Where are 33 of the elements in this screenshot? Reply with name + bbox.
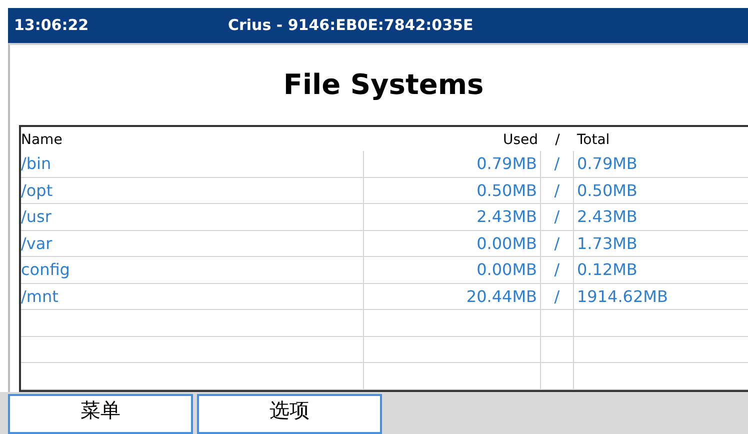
softkey-button[interactable]: 选项 bbox=[197, 394, 382, 434]
table-cell: 2.43MB bbox=[476, 207, 537, 226]
clock-time: 13:06:22 bbox=[13, 15, 90, 36]
table-cell: 1.73MB bbox=[577, 234, 638, 253]
column-header: Name bbox=[21, 131, 64, 150]
window-title: Crius - 9146:EB0E:7842:035E bbox=[228, 15, 474, 36]
table-cell: / bbox=[554, 234, 560, 253]
column-header: Used bbox=[502, 131, 539, 150]
table-cell: 0.00MB bbox=[476, 234, 537, 253]
softkey-button[interactable]: 菜单 bbox=[8, 394, 193, 434]
table-cell: /var bbox=[21, 234, 52, 253]
table-cell: /bin bbox=[21, 154, 52, 174]
table-cell: 2.43MB bbox=[577, 207, 638, 226]
table-cell: 0.00MB bbox=[476, 260, 537, 280]
table-cell: 0.79MB bbox=[577, 154, 638, 174]
table-cell: / bbox=[554, 154, 560, 174]
table-cell: /opt bbox=[21, 180, 53, 200]
table-cell: 0.79MB bbox=[476, 154, 537, 174]
table-cell: 1914.62MB bbox=[577, 286, 668, 306]
table-cell: / bbox=[554, 207, 560, 226]
table-cell: 0.12MB bbox=[577, 260, 638, 280]
table-cell: / bbox=[554, 180, 560, 200]
table-cell: /mnt bbox=[21, 286, 58, 306]
table-cell: 20.44MB bbox=[466, 286, 537, 306]
table-cell: 0.50MB bbox=[476, 180, 537, 200]
table-cell: 0.50MB bbox=[577, 180, 638, 200]
column-header: Total bbox=[576, 131, 611, 150]
column-header: / bbox=[554, 131, 561, 150]
table-cell: config bbox=[21, 260, 70, 280]
table-cell: / bbox=[554, 260, 560, 280]
table-cell: /usr bbox=[21, 207, 52, 226]
page-heading: File Systems bbox=[283, 66, 484, 103]
table-cell: / bbox=[554, 286, 560, 306]
